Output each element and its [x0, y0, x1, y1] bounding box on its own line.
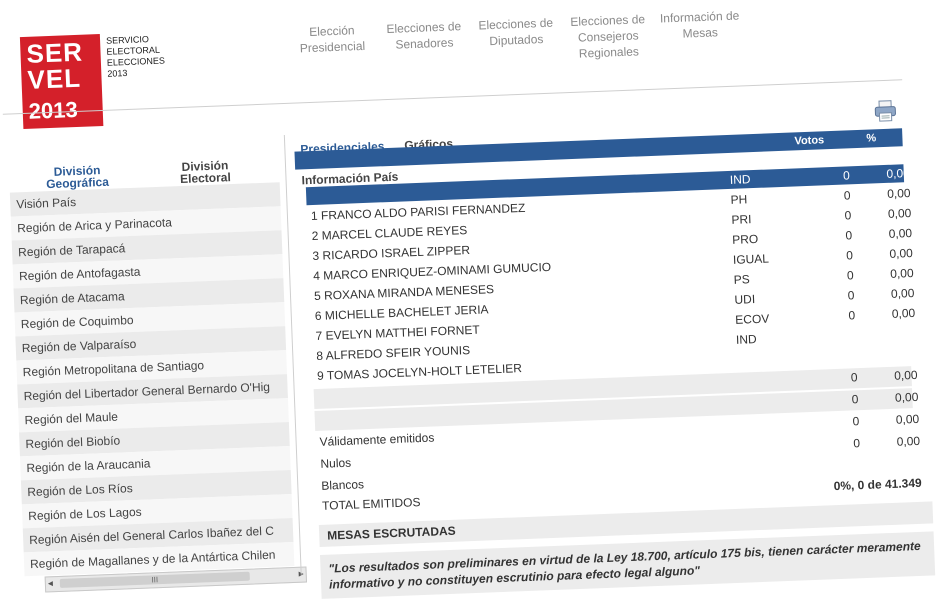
- votes-value: 0: [839, 414, 860, 429]
- party-code: IGUAL: [733, 251, 793, 267]
- scroll-left-icon[interactable]: ◂: [48, 578, 53, 589]
- nav-elecciones-consejeros[interactable]: Elecciones de Consejeros Regionales: [561, 11, 655, 62]
- percent-value: 0,00: [879, 246, 914, 261]
- votes-value: 0: [832, 228, 853, 243]
- votes-value: 0: [830, 168, 851, 183]
- percent-value: [882, 346, 916, 347]
- votes-value: 0: [831, 208, 852, 223]
- votes-value: 0: [837, 370, 858, 385]
- percent-value: 0,00: [876, 166, 911, 181]
- tab-division-geografica[interactable]: División Geográfica: [45, 164, 110, 190]
- percent-value: 0,00: [880, 286, 915, 301]
- brand-line: ELECCIONES: [107, 56, 165, 69]
- party-code: UDI: [734, 291, 794, 307]
- table-row: 6 MICHELLE BACHELET JERIA UDI 0 0,00: [315, 309, 316, 327]
- party-code: IND: [730, 171, 790, 187]
- party-code: IND: [736, 331, 796, 347]
- table-row: 7 EVELYN MATTHEI FORNET ECOV 0 0,00: [315, 329, 316, 347]
- party-code: ECOV: [735, 311, 795, 327]
- brand-line: 2013: [107, 67, 165, 80]
- nav-informacion-mesas[interactable]: Información de Mesas: [653, 7, 747, 58]
- tab-division-electoral[interactable]: División Electoral: [173, 159, 238, 185]
- percent-value: 0,00: [883, 368, 918, 383]
- percent-value: 0,00: [885, 412, 920, 427]
- percent-value: [887, 456, 921, 457]
- votes-value: 0: [833, 248, 854, 263]
- brand-name: SERVICIO ELECTORAL ELECCIONES 2013: [106, 34, 166, 80]
- summary-row: TOTAL EMITIDOS: [322, 499, 323, 517]
- table-row: 8 ALFREDO SFEIR YOUNIS IND: [316, 349, 317, 367]
- nav-elecciones-diputados[interactable]: Elecciones de Diputados: [469, 14, 563, 65]
- votes-value: [836, 348, 856, 349]
- logo-line2: VEL: [27, 65, 82, 93]
- table-row: 4 MARCO ENRIQUEZ-OMINAMI GUMUCIO IGUAL 0…: [313, 269, 314, 287]
- mesas-progress: 0%, 0 de 41.349: [811, 476, 921, 494]
- party-code: PH: [730, 191, 790, 207]
- votes-value: 0: [834, 288, 855, 303]
- votes-value: 0: [833, 268, 854, 283]
- nav-elecciones-senadores[interactable]: Elecciones de Senadores: [378, 18, 472, 69]
- nav-eleccion-presidencial[interactable]: Elección Presidencial: [286, 21, 380, 72]
- table-row: 2 MARCEL CLAUDE REYES PRI 0 0,00: [311, 229, 312, 247]
- table-row: 5 ROXANA MIRANDA MENESES PS 0 0,00: [314, 289, 315, 307]
- top-navigation: Elección Presidencial Elecciones de Sena…: [286, 7, 748, 73]
- votes-value: [841, 458, 861, 459]
- col-pct: %: [866, 132, 876, 144]
- percent-value: 0,00: [877, 206, 912, 221]
- votes-value: [836, 328, 856, 329]
- percent-value: 0,00: [878, 226, 913, 241]
- region-list: Visión País Región de Arica y Parinacota…: [10, 182, 295, 576]
- party-code: [737, 351, 797, 353]
- percent-value: 0,00: [884, 390, 919, 405]
- header-divider: [3, 79, 902, 115]
- printer-icon[interactable]: [873, 99, 898, 122]
- votes-value: 0: [840, 436, 861, 451]
- percent-value: [882, 326, 916, 327]
- votes-value: 0: [830, 188, 851, 203]
- scroll-thumb[interactable]: III: [60, 572, 250, 588]
- table-row: 3 RICARDO ISRAEL ZIPPER PRO 0 0,00: [312, 249, 313, 267]
- votes-value: 0: [838, 392, 859, 407]
- party-code: PS: [733, 271, 793, 287]
- party-code: PRO: [732, 231, 792, 247]
- party-code: PRI: [731, 211, 791, 227]
- percent-value: 0,00: [876, 186, 911, 201]
- votes-value: 0: [835, 308, 856, 323]
- results-panel: Votos % Información País IND 0 0,00 1 FR…: [294, 128, 902, 169]
- percent-value: 0,00: [879, 266, 914, 281]
- table-row: 1 FRANCO ALDO PARISI FERNANDEZ PH 0 0,00: [311, 209, 312, 227]
- table-header: Votos %: [294, 128, 902, 169]
- col-votos: Votos: [794, 134, 824, 147]
- summary-row: Válidamente emitidos 0 0,00: [319, 435, 320, 453]
- table-row: 9 TOMAS JOCELYN-HOLT LETELIER: [317, 369, 318, 387]
- percent-value: 0,00: [881, 306, 916, 321]
- servel-logo[interactable]: SER VEL 2013: [20, 34, 103, 129]
- page-canvas: SER VEL 2013 SERVICIO ELECTORAL ELECCION…: [0, 0, 940, 603]
- summary-row: Nulos 0 0,00: [320, 457, 321, 475]
- summary-row: Blancos: [321, 479, 322, 497]
- percent-value: 0,00: [886, 434, 921, 449]
